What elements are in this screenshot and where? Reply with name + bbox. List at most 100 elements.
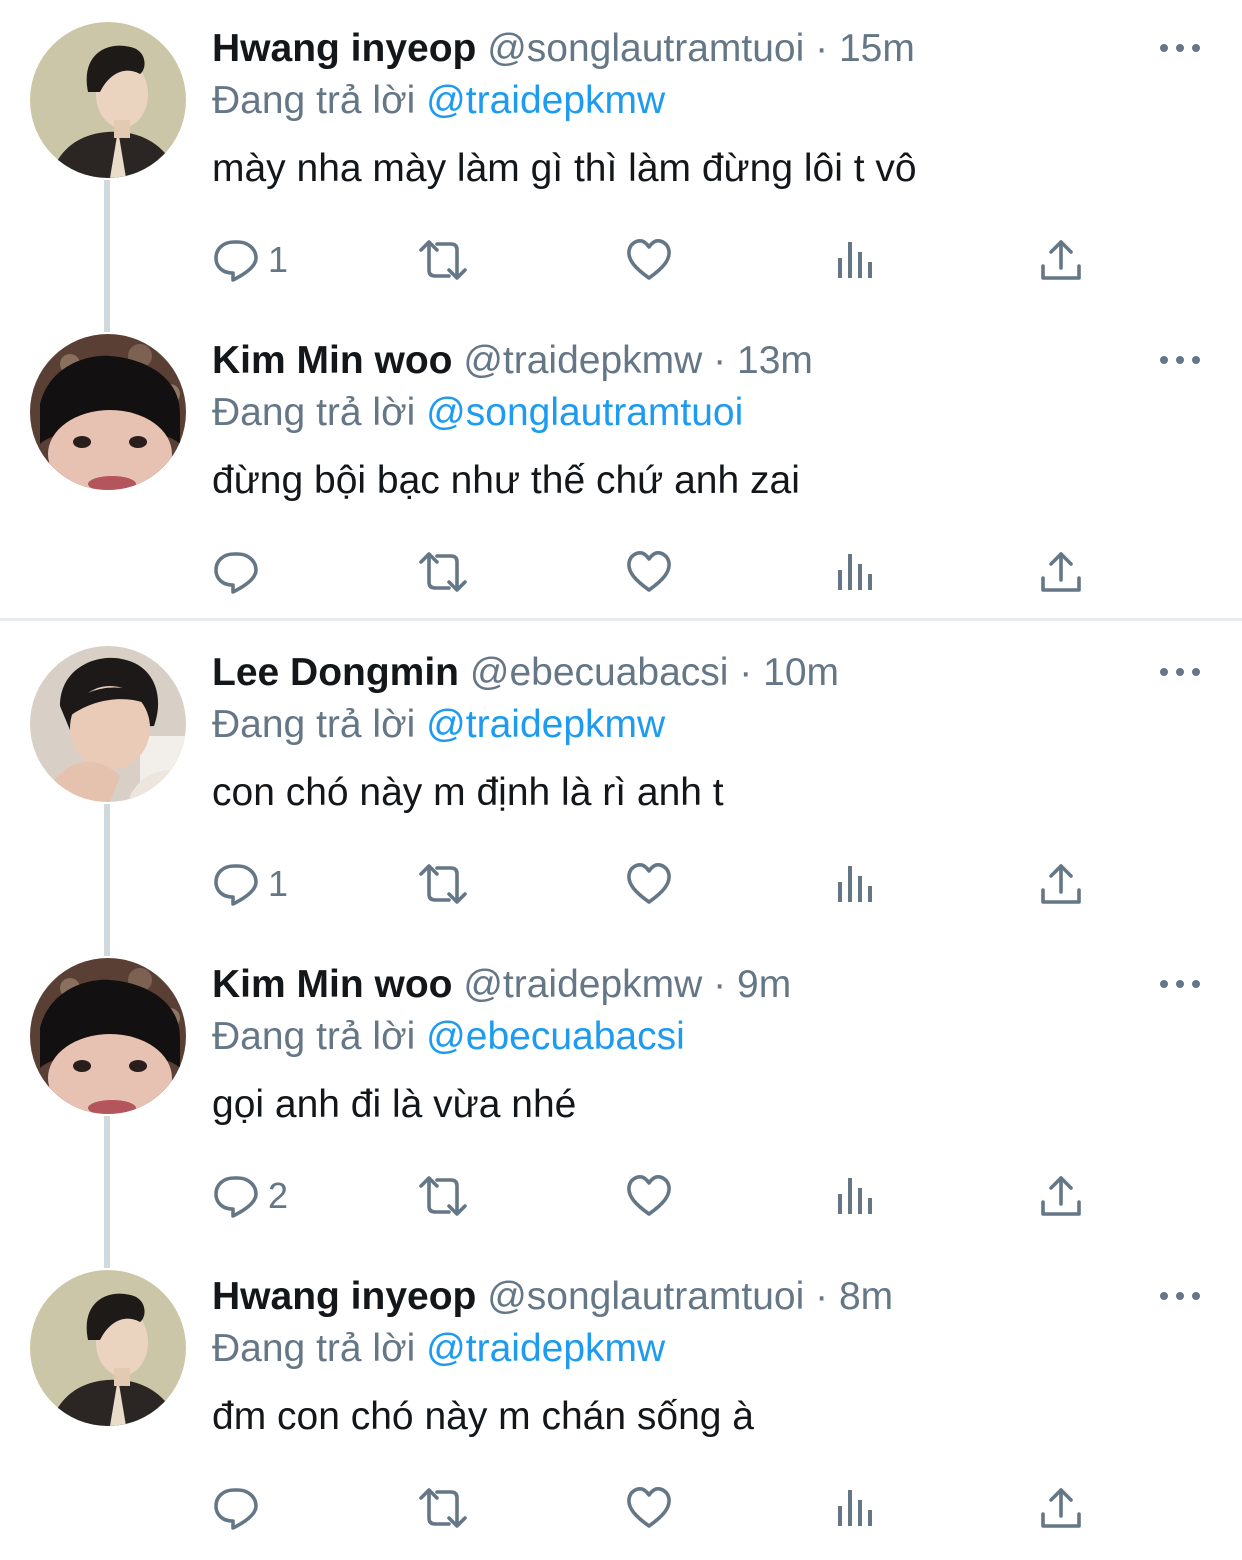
more-dots-icon[interactable] <box>1158 662 1202 682</box>
heart-icon <box>625 1172 673 1220</box>
analytics-button[interactable] <box>832 230 880 290</box>
retweet-button[interactable] <box>413 1478 473 1538</box>
tweet-text: gọi anh đi là vừa nhé <box>212 1083 577 1126</box>
share-button[interactable] <box>1037 542 1085 602</box>
heart-icon <box>625 860 673 908</box>
reply-bubble-icon <box>212 236 260 284</box>
share-button[interactable] <box>1037 1478 1085 1538</box>
author-handle[interactable]: @traidepkmw <box>463 339 702 382</box>
tweet-actions <box>0 1478 1242 1538</box>
timestamp[interactable]: 10m <box>763 651 839 694</box>
reply-count: 1 <box>268 863 289 904</box>
timestamp[interactable]: 8m <box>839 1275 893 1318</box>
author-name[interactable]: Kim Min woo <box>212 963 452 1006</box>
thread-divider <box>0 618 1242 621</box>
tweet-actions <box>0 542 1242 602</box>
tweet-item[interactable]: Hwang inyeop @songlautramtuoi · 8m Đang … <box>0 1248 1242 1560</box>
separator-dot: · <box>713 963 727 1006</box>
avatar[interactable] <box>30 334 186 490</box>
like-button[interactable] <box>625 1166 673 1226</box>
tweet-header: Lee Dongmin @ebecuabacsi · 10m <box>212 650 1162 696</box>
author-handle[interactable]: @songlautramtuoi <box>487 1275 804 1318</box>
reply-bubble-icon <box>212 1484 260 1532</box>
reply-count: 1 <box>268 239 289 280</box>
author-handle[interactable]: @ebecuabacsi <box>470 651 729 694</box>
share-upload-icon <box>1037 1172 1085 1220</box>
reply-mention-link[interactable]: @traidepkmw <box>426 703 665 746</box>
like-button[interactable] <box>625 542 673 602</box>
share-upload-icon <box>1037 236 1085 284</box>
tweet-item[interactable]: Kim Min woo @traidepkmw · 9m Đang trả lờ… <box>0 936 1242 1268</box>
avatar[interactable] <box>30 1270 186 1426</box>
replying-to: Đang trả lời @traidepkmw <box>212 78 665 124</box>
retweet-button[interactable] <box>413 542 473 602</box>
heart-icon <box>625 548 673 596</box>
author-name[interactable]: Kim Min woo <box>212 339 452 382</box>
avatar[interactable] <box>30 22 186 178</box>
reply-button[interactable]: 2 <box>212 1166 288 1226</box>
author-handle[interactable]: @traidepkmw <box>463 963 702 1006</box>
retweet-icon <box>413 1484 473 1532</box>
more-dots-icon[interactable] <box>1158 1286 1202 1306</box>
more-dots-icon[interactable] <box>1158 38 1202 58</box>
heart-icon <box>625 1484 673 1532</box>
tweet-item[interactable]: Hwang inyeop @songlautramtuoi · 15m Đang… <box>0 0 1242 332</box>
tweet-item[interactable]: Kim Min woo @traidepkmw · 13m Đang trả l… <box>0 312 1242 624</box>
author-name[interactable]: Lee Dongmin <box>212 651 459 694</box>
share-button[interactable] <box>1037 854 1085 914</box>
timestamp[interactable]: 13m <box>737 339 813 382</box>
timestamp[interactable]: 15m <box>839 27 915 70</box>
replying-to-label: Đang trả lời <box>212 1327 416 1370</box>
replying-to: Đang trả lời @songlautramtuoi <box>212 390 743 436</box>
share-button[interactable] <box>1037 230 1085 290</box>
analytics-bars-icon <box>832 236 880 284</box>
replying-to: Đang trả lời @ebecuabacsi <box>212 1014 685 1060</box>
avatar[interactable] <box>30 958 186 1114</box>
like-button[interactable] <box>625 230 673 290</box>
like-button[interactable] <box>625 854 673 914</box>
tweet-actions: 1 <box>0 854 1242 914</box>
separator-dot: · <box>815 27 829 70</box>
timestamp[interactable]: 9m <box>737 963 791 1006</box>
analytics-button[interactable] <box>832 542 880 602</box>
author-handle[interactable]: @songlautramtuoi <box>487 27 804 70</box>
tweet-actions: 1 <box>0 230 1242 290</box>
reply-button[interactable] <box>212 542 268 602</box>
reply-mention-link[interactable]: @traidepkmw <box>426 79 665 122</box>
tweet-text: đừng bội bạc như thế chứ anh zai <box>212 459 800 502</box>
retweet-icon <box>413 236 473 284</box>
replying-to: Đang trả lời @traidepkmw <box>212 1326 665 1372</box>
analytics-button[interactable] <box>832 1166 880 1226</box>
retweet-icon <box>413 860 473 908</box>
retweet-icon <box>413 1172 473 1220</box>
retweet-button[interactable] <box>413 1166 473 1226</box>
replying-to-label: Đang trả lời <box>212 1015 416 1058</box>
share-button[interactable] <box>1037 1166 1085 1226</box>
replying-to: Đang trả lời @traidepkmw <box>212 702 665 748</box>
analytics-bars-icon <box>832 1484 880 1532</box>
author-name[interactable]: Hwang inyeop <box>212 1275 476 1318</box>
reply-mention-link[interactable]: @songlautramtuoi <box>426 391 743 434</box>
analytics-button[interactable] <box>832 854 880 914</box>
analytics-bars-icon <box>832 548 880 596</box>
reply-bubble-icon <box>212 548 260 596</box>
analytics-button[interactable] <box>832 1478 880 1538</box>
retweet-icon <box>413 548 473 596</box>
author-name[interactable]: Hwang inyeop <box>212 27 476 70</box>
reply-bubble-icon <box>212 860 260 908</box>
retweet-button[interactable] <box>413 854 473 914</box>
tweet-item[interactable]: Lee Dongmin @ebecuabacsi · 10m Đang trả … <box>0 624 1242 956</box>
analytics-bars-icon <box>832 860 880 908</box>
reply-button[interactable] <box>212 1478 268 1538</box>
share-upload-icon <box>1037 860 1085 908</box>
retweet-button[interactable] <box>413 230 473 290</box>
reply-mention-link[interactable]: @traidepkmw <box>426 1327 665 1370</box>
reply-mention-link[interactable]: @ebecuabacsi <box>426 1015 685 1058</box>
more-dots-icon[interactable] <box>1158 974 1202 994</box>
reply-button[interactable]: 1 <box>212 854 288 914</box>
like-button[interactable] <box>625 1478 673 1538</box>
avatar[interactable] <box>30 646 186 802</box>
reply-button[interactable]: 1 <box>212 230 288 290</box>
share-upload-icon <box>1037 548 1085 596</box>
more-dots-icon[interactable] <box>1158 350 1202 370</box>
